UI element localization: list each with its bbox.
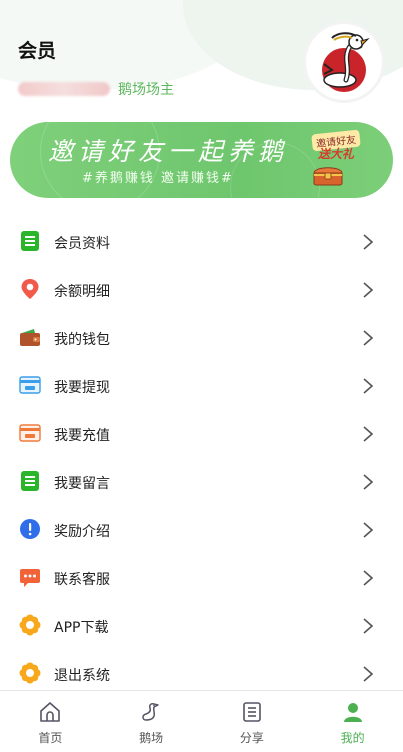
- user-info: 鹅场场主: [18, 79, 174, 99]
- tab-label: 鹅场: [139, 731, 164, 745]
- chevron-right-icon: [363, 522, 374, 538]
- gift-badge-bottom: 送大礼: [318, 147, 355, 161]
- recharge-card-icon: [19, 424, 41, 442]
- chevron-right-icon: [363, 426, 374, 442]
- goose-icon: [142, 703, 159, 721]
- tab-label: 首页: [38, 731, 63, 745]
- chevron-right-icon: [363, 618, 374, 634]
- chevron-right-icon: [363, 666, 374, 682]
- chevron-right-icon: [363, 378, 374, 394]
- menu-item-label: 退出系统: [54, 668, 110, 684]
- location-pin-icon: [21, 279, 39, 299]
- avatar[interactable]: [306, 24, 382, 100]
- menu-item-balance-details[interactable]: 余额明细: [0, 266, 403, 314]
- menu-item-recharge[interactable]: 我要充值: [0, 410, 403, 458]
- chevron-right-icon: [363, 282, 374, 298]
- menu-item-label: APP下载: [54, 620, 109, 636]
- flower-download-icon: [19, 614, 41, 636]
- tab-label: 我的: [340, 731, 365, 745]
- goose-logo-icon: [322, 32, 370, 92]
- flower-logout-icon: [19, 662, 41, 684]
- tab-label: 分享: [239, 731, 264, 745]
- menu-item-label: 我要提现: [54, 380, 110, 396]
- document-list-icon: [21, 231, 39, 251]
- menu-item-label: 联系客服: [54, 572, 110, 588]
- gift-badge: 邀请好友 送大礼: [311, 129, 368, 161]
- menu-item-leave-message[interactable]: 我要留言: [0, 458, 403, 506]
- menu-item-label: 余额明细: [54, 284, 110, 300]
- bottom-tab-bar: 首页 鹅场 分享 我的: [0, 690, 403, 752]
- tab-home[interactable]: 首页: [0, 691, 101, 752]
- chevron-right-icon: [363, 330, 374, 346]
- tab-share[interactable]: 分享: [202, 691, 303, 752]
- member-menu: 会员资料 余额明细 我的钱包 我要提现 我要充值 我要留言 奖励介绍 联系客服 …: [0, 218, 403, 698]
- invite-banner[interactable]: 邀请好友一起养鹅 #养鹅赚钱 邀请赚钱# 邀请好友 送大礼: [10, 122, 393, 198]
- page-title: 会员: [18, 40, 57, 62]
- chevron-right-icon: [363, 234, 374, 250]
- banner-subtitle: #养鹅赚钱 邀请赚钱#: [82, 171, 234, 186]
- menu-item-app-download[interactable]: APP下载: [0, 602, 403, 650]
- menu-item-rewards-intro[interactable]: 奖励介绍: [0, 506, 403, 554]
- menu-item-label: 我要留言: [54, 476, 110, 492]
- menu-item-my-wallet[interactable]: 我的钱包: [0, 314, 403, 362]
- menu-item-contact-support[interactable]: 联系客服: [0, 554, 403, 602]
- treasure-chest-icon: [313, 167, 343, 186]
- share-list-icon: [243, 702, 261, 722]
- menu-item-label: 我要充值: [54, 428, 110, 444]
- user-name-redacted: [18, 82, 110, 96]
- user-icon: [343, 703, 362, 722]
- menu-item-label: 奖励介绍: [54, 524, 110, 540]
- chevron-right-icon: [363, 474, 374, 490]
- menu-item-label: 会员资料: [54, 236, 110, 252]
- wallet-icon: [20, 329, 40, 346]
- menu-item-label: 我的钱包: [54, 332, 110, 348]
- chevron-right-icon: [363, 570, 374, 586]
- chat-bubble-icon: [20, 569, 40, 587]
- tab-mine[interactable]: 我的: [302, 691, 403, 752]
- user-role: 鹅场场主: [118, 82, 174, 98]
- withdraw-card-icon: [19, 376, 41, 394]
- info-alert-icon: [20, 519, 40, 539]
- message-list-icon: [21, 471, 39, 491]
- banner-title: 邀请好友一起养鹅: [48, 137, 289, 166]
- tab-goose-farm[interactable]: 鹅场: [101, 691, 202, 752]
- home-icon: [40, 702, 61, 722]
- menu-item-member-profile[interactable]: 会员资料: [0, 218, 403, 266]
- menu-item-withdraw[interactable]: 我要提现: [0, 362, 403, 410]
